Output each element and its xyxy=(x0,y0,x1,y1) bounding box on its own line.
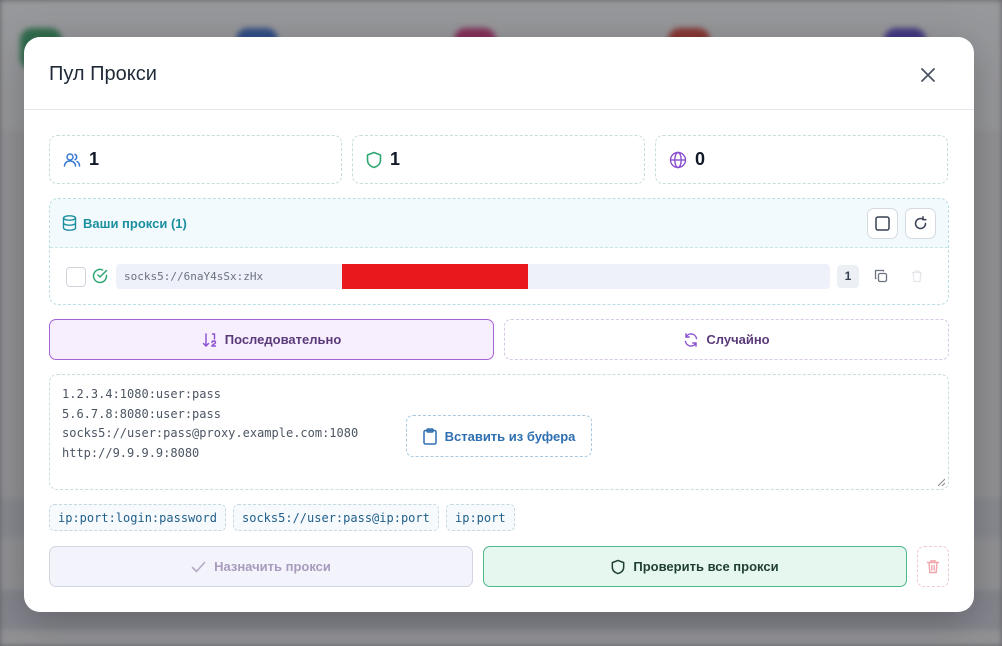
shuffle-icon xyxy=(685,332,698,347)
proxy-list-header: Ваши прокси (1) xyxy=(50,199,948,248)
proxy-item-checkbox[interactable] xyxy=(66,267,86,287)
trash-icon xyxy=(926,560,940,574)
users-icon xyxy=(63,152,81,167)
proxy-pool-modal: Пул Прокси 1 1 0 Ваши прокси (1) socks5:… xyxy=(24,37,974,612)
stat-countries: 0 xyxy=(655,135,948,184)
stat-valid: 1 xyxy=(352,135,645,184)
proxy-item-count: 1 xyxy=(837,265,859,288)
shield-icon xyxy=(366,151,382,168)
modal-header: Пул Прокси xyxy=(24,37,974,110)
format-chip[interactable]: ip:port:login:password xyxy=(49,504,226,531)
redacted-area xyxy=(342,264,528,289)
shield-icon xyxy=(611,559,625,574)
refresh-icon xyxy=(914,216,927,230)
sequential-mode-label: Последовательно xyxy=(224,332,342,347)
database-icon xyxy=(62,215,77,231)
proxy-item-value: socks5://6naY4sSx:zHx xyxy=(116,264,830,289)
paste-from-clipboard-button[interactable]: Вставить из буфера xyxy=(406,415,592,457)
proxy-input-line: http://9.9.9.9:8080 xyxy=(62,445,200,460)
close-icon xyxy=(921,68,935,82)
format-chip[interactable]: ip:port xyxy=(446,504,515,531)
proxy-input-textarea[interactable]: 1.2.3.4:1080:user:pass 5.6.7.8:8080:user… xyxy=(49,374,949,490)
check-all-proxies-button[interactable]: Проверить все прокси xyxy=(483,546,907,587)
proxy-input-text: 1.2.3.4:1080:user:pass 5.6.7.8:8080:user… xyxy=(62,385,358,463)
proxy-input-line: 1.2.3.4:1080:user:pass xyxy=(62,387,221,401)
random-mode-label: Случайно xyxy=(706,332,770,347)
proxy-list-item: socks5://6naY4sSx:zHx 1 xyxy=(50,262,948,290)
proxy-list-title: Ваши прокси (1) xyxy=(83,215,187,231)
check-all-proxies-label: Проверить все прокси xyxy=(633,559,779,574)
paste-label: Вставить из буфера xyxy=(444,428,576,444)
modal-title: Пул Прокси xyxy=(49,63,157,85)
delete-all-button[interactable] xyxy=(917,546,949,587)
trash-icon[interactable] xyxy=(910,269,924,283)
resize-handle-icon[interactable] xyxy=(937,478,945,486)
close-button[interactable] xyxy=(917,64,939,86)
proxy-input-line: 5.6.7.8:8080:user:pass xyxy=(62,406,221,421)
proxy-item-text: socks5://6naY4sSx:zHx xyxy=(124,270,264,283)
clipboard-icon xyxy=(422,427,437,445)
select-all-button[interactable] xyxy=(867,208,898,239)
sequential-mode-button[interactable]: Последовательно xyxy=(49,319,494,360)
sort-arrows-icon xyxy=(202,332,216,347)
stat-users-value: 1 xyxy=(89,149,100,169)
stat-users: 1 xyxy=(49,135,342,184)
proxy-list-panel: Ваши прокси (1) socks5://6naY4sSx:zHx 1 xyxy=(49,198,949,305)
stat-countries-value: 0 xyxy=(695,149,706,169)
stat-valid-value: 1 xyxy=(390,149,401,169)
assign-proxy-button[interactable]: Назначить прокси xyxy=(49,546,473,587)
globe-icon xyxy=(669,151,687,168)
proxy-input-line: socks5://user:pass@proxy.example.com:108… xyxy=(62,426,359,440)
copy-icon[interactable] xyxy=(874,269,888,283)
random-mode-button[interactable]: Случайно xyxy=(504,319,949,360)
assign-proxy-label: Назначить прокси xyxy=(214,559,331,574)
refresh-button[interactable] xyxy=(905,208,936,239)
checkbox-icon xyxy=(875,216,890,231)
check-icon xyxy=(191,561,206,572)
format-chip[interactable]: socks5://user:pass@ip:port xyxy=(233,504,439,531)
check-circle-icon xyxy=(92,268,108,284)
